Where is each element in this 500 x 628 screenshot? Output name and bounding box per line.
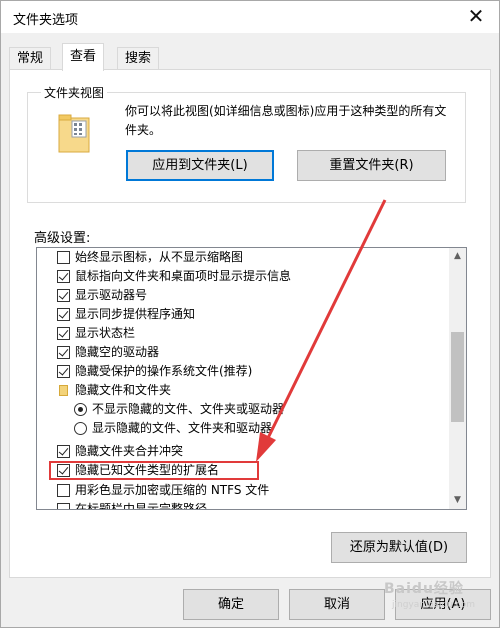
checkbox[interactable] <box>57 445 70 458</box>
list-item[interactable]: 始终显示图标，从不显示缩略图 <box>37 248 447 267</box>
cancel-button[interactable]: 取消 <box>289 589 385 620</box>
list-item-label: 显示状态栏 <box>75 326 136 340</box>
reset-folders-button[interactable]: 重置文件夹(R) <box>297 150 446 181</box>
list-item[interactable]: 隐藏空的驱动器 <box>37 343 447 362</box>
list-item-label: 隐藏文件夹合并冲突 <box>75 444 184 458</box>
list-item[interactable]: 鼠标指向文件夹和桌面项时显示提示信息 <box>37 267 447 286</box>
folder-icon <box>59 385 68 396</box>
list-item-label: 显示同步提供程序通知 <box>75 307 196 321</box>
checkbox[interactable] <box>57 289 70 302</box>
list-item[interactable]: 用彩色显示加密或压缩的 NTFS 文件 <box>37 481 447 500</box>
scroll-down-arrow-icon[interactable]: ▼ <box>449 492 466 509</box>
folder-views-description: 你可以将此视图(如详细信息或图标)应用于这种类型的所有文件夹。 <box>125 104 447 137</box>
list-item-label: 隐藏文件和文件夹 <box>75 383 172 397</box>
scroll-up-arrow-icon[interactable]: ▲ <box>449 248 466 265</box>
checkbox[interactable] <box>57 484 70 497</box>
list-item-label: 始终显示图标，从不显示缩略图 <box>75 250 244 264</box>
list-item-label: 显示隐藏的文件、文件夹和驱动器 <box>92 421 273 435</box>
restore-defaults-button[interactable]: 还原为默认值(D) <box>331 532 467 563</box>
list-item[interactable]: 显示驱动器号 <box>37 286 447 305</box>
checkbox[interactable] <box>57 365 70 378</box>
tab-view[interactable]: 查看 <box>62 43 105 71</box>
checkbox[interactable] <box>57 327 70 340</box>
folder-views-legend: 文件夹视图 <box>41 84 108 101</box>
list-item-label: 隐藏空的驱动器 <box>75 345 160 359</box>
tab-general[interactable]: 常规 <box>9 47 52 70</box>
vertical-scrollbar[interactable]: ▲ ▼ <box>449 248 466 509</box>
list-item-label: 不显示隐藏的文件、文件夹或驱动器 <box>92 402 285 416</box>
title-bar: 文件夹选项 ✕ <box>1 1 499 33</box>
list-item[interactable]: 显示隐藏的文件、文件夹和驱动器 <box>37 419 447 438</box>
list-item[interactable]: 显示状态栏 <box>37 324 447 343</box>
radio-button[interactable] <box>74 422 87 435</box>
list-item-label: 鼠标指向文件夹和桌面项时显示提示信息 <box>75 269 292 283</box>
window-title: 文件夹选项 <box>13 13 79 28</box>
checkbox[interactable] <box>57 346 70 359</box>
advanced-settings-label: 高级设置: <box>34 231 91 246</box>
list-item[interactable]: 在标题栏中显示完整路径 <box>37 500 447 510</box>
list-item[interactable]: 隐藏已知文件类型的扩展名 <box>37 461 447 480</box>
list-item[interactable]: 不显示隐藏的文件、文件夹或驱动器 <box>37 400 447 419</box>
checkbox[interactable] <box>57 503 70 509</box>
list-item[interactable]: 显示同步提供程序通知 <box>37 305 447 324</box>
list-item[interactable]: 隐藏文件夹合并冲突 <box>37 442 447 461</box>
folder-options-dialog: 文件夹选项 ✕ 常规 查看 搜索 文件夹视图 你可以将此视图(如详细信息或图标)… <box>0 0 500 628</box>
checkbox[interactable] <box>57 251 70 264</box>
radio-button[interactable] <box>74 403 87 416</box>
tab-bar: 常规 查看 搜索 <box>9 43 489 71</box>
close-icon[interactable]: ✕ <box>453 1 499 33</box>
list-item[interactable]: 隐藏受保护的操作系统文件(推荐) <box>37 362 447 381</box>
list-item: 隐藏文件和文件夹 <box>37 381 447 400</box>
tab-search[interactable]: 搜索 <box>117 47 160 70</box>
advanced-settings-list[interactable]: 始终显示图标，从不显示缩略图 鼠标指向文件夹和桌面项时显示提示信息 显示驱动器号… <box>36 247 467 510</box>
apply-to-folders-button[interactable]: 应用到文件夹(L) <box>126 150 274 181</box>
list-item-label: 在标题栏中显示完整路径 <box>75 502 208 510</box>
list-item-label: 用彩色显示加密或压缩的 NTFS 文件 <box>75 483 270 497</box>
scrollbar-thumb[interactable] <box>451 332 464 422</box>
list-item-label: 显示驱动器号 <box>75 288 148 302</box>
checkbox[interactable] <box>57 464 70 477</box>
list-item-label: 隐藏已知文件类型的扩展名 <box>75 463 220 477</box>
list-item-label: 隐藏受保护的操作系统文件(推荐) <box>75 364 253 378</box>
checkbox[interactable] <box>57 270 70 283</box>
folder-view-icon <box>58 114 90 153</box>
apply-button[interactable]: 应用(A) <box>395 589 491 620</box>
ok-button[interactable]: 确定 <box>183 589 279 620</box>
checkbox[interactable] <box>57 308 70 321</box>
